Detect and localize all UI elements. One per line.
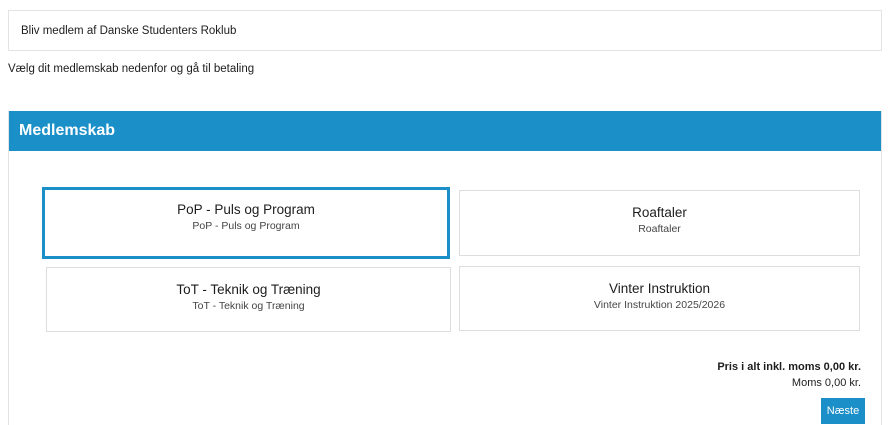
option-subtitle: ToT - Teknik og Træning [192,300,305,312]
membership-panel: Medlemskab PoP - Puls og Program PoP - P… [8,111,882,425]
option-title: ToT - Teknik og Træning [176,282,321,297]
option-subtitle: Roaftaler [638,223,681,235]
next-button[interactable]: Næste [821,398,865,424]
option-title: Roaftaler [632,205,687,220]
page-title: Bliv medlem af Danske Studenters Roklub [21,24,237,37]
membership-option-vinter[interactable]: Vinter Instruktion Vinter Instruktion 20… [459,266,860,331]
membership-option-tot[interactable]: ToT - Teknik og Træning ToT - Teknik og … [46,267,451,332]
option-subtitle: Vinter Instruktion 2025/2026 [593,299,726,311]
option-subtitle: PoP - Puls og Program [192,220,300,232]
membership-option-pop[interactable]: PoP - Puls og Program PoP - Puls og Prog… [42,187,450,259]
membership-page: Bliv medlem af Danske Studenters Roklub … [0,0,888,425]
total-price: Pris i alt inkl. moms 0,00 kr. [717,361,861,373]
price-summary: Pris i alt inkl. moms 0,00 kr. Moms 0,00… [717,359,861,391]
vat-amount: Moms 0,00 kr. [791,377,861,389]
instruction-text: Vælg dit medlemskab nedenfor og gå til b… [8,63,255,75]
panel-heading: Medlemskab [19,122,116,139]
option-title: Vinter Instruktion [608,281,711,296]
option-title: PoP - Puls og Program [177,202,315,217]
panel-header: Medlemskab [9,111,881,151]
membership-option-roaftaler[interactable]: Roaftaler Roaftaler [459,190,860,256]
page-title-card: Bliv medlem af Danske Studenters Roklub [8,10,882,51]
